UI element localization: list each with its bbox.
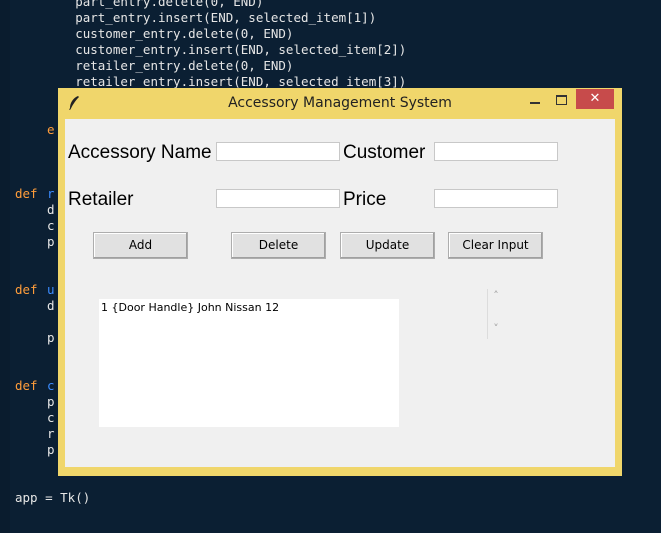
code-fragment: e: [47, 122, 55, 137]
close-button[interactable]: ✕: [576, 89, 614, 109]
delete-button[interactable]: Delete: [231, 232, 326, 259]
code-fragment: c: [47, 410, 55, 425]
code-keyword: def: [15, 282, 38, 297]
code-keyword: def: [15, 186, 38, 201]
add-button[interactable]: Add: [93, 232, 188, 259]
minimize-button[interactable]: [522, 90, 548, 110]
editor-gutter: [0, 0, 10, 533]
records-listbox[interactable]: 1 {Door Handle} John Nissan 12: [99, 299, 399, 427]
code-fragment: u: [47, 282, 55, 297]
code-line: customer_entry.insert(END, selected_item…: [15, 42, 407, 57]
accessory-name-label: Accessory Name: [68, 142, 212, 163]
customer-input[interactable]: [434, 142, 558, 161]
code-line: part_entry.delete(0, END): [15, 0, 264, 9]
maximize-button[interactable]: [548, 90, 574, 110]
close-icon: ✕: [589, 91, 601, 106]
code-fragment: c: [47, 378, 55, 393]
code-fragment: p: [47, 330, 55, 345]
accessory-name-input[interactable]: [216, 142, 340, 161]
code-fragment: d: [47, 202, 55, 217]
code-line: customer_entry.delete(0, END): [15, 26, 294, 41]
update-button[interactable]: Update: [340, 232, 435, 259]
app-window: Accessory Management System ✕ Accessory …: [58, 88, 622, 476]
listbox-scrollbar[interactable]: ˄ ˅: [487, 289, 505, 339]
title-bar[interactable]: Accessory Management System ✕: [58, 88, 622, 118]
code-fragment: r: [47, 186, 55, 201]
scroll-up-icon[interactable]: ˄: [491, 289, 501, 302]
code-keyword: def: [15, 378, 38, 393]
retailer-label: Retailer: [68, 189, 134, 210]
code-line: retailer_entry.delete(0, END): [15, 58, 294, 73]
retailer-input[interactable]: [216, 189, 340, 208]
code-fragment: r: [47, 426, 55, 441]
scroll-down-icon[interactable]: ˅: [491, 322, 501, 335]
window-content: Accessory Name Customer Retailer Price A…: [65, 119, 615, 467]
code-line: app = Tk(): [15, 490, 91, 505]
code-fragment: d: [47, 298, 55, 313]
list-item[interactable]: 1 {Door Handle} John Nissan 12: [101, 301, 279, 314]
customer-label: Customer: [343, 142, 426, 163]
price-input[interactable]: [434, 189, 558, 208]
code-fragment: c: [47, 218, 55, 233]
code-fragment: p: [47, 442, 55, 457]
code-fragment: p: [47, 394, 55, 409]
clear-input-button[interactable]: Clear Input: [448, 232, 543, 259]
code-fragment: p: [47, 234, 55, 249]
price-label: Price: [343, 189, 387, 210]
code-line: part_entry.insert(END, selected_item[1]): [15, 10, 377, 25]
